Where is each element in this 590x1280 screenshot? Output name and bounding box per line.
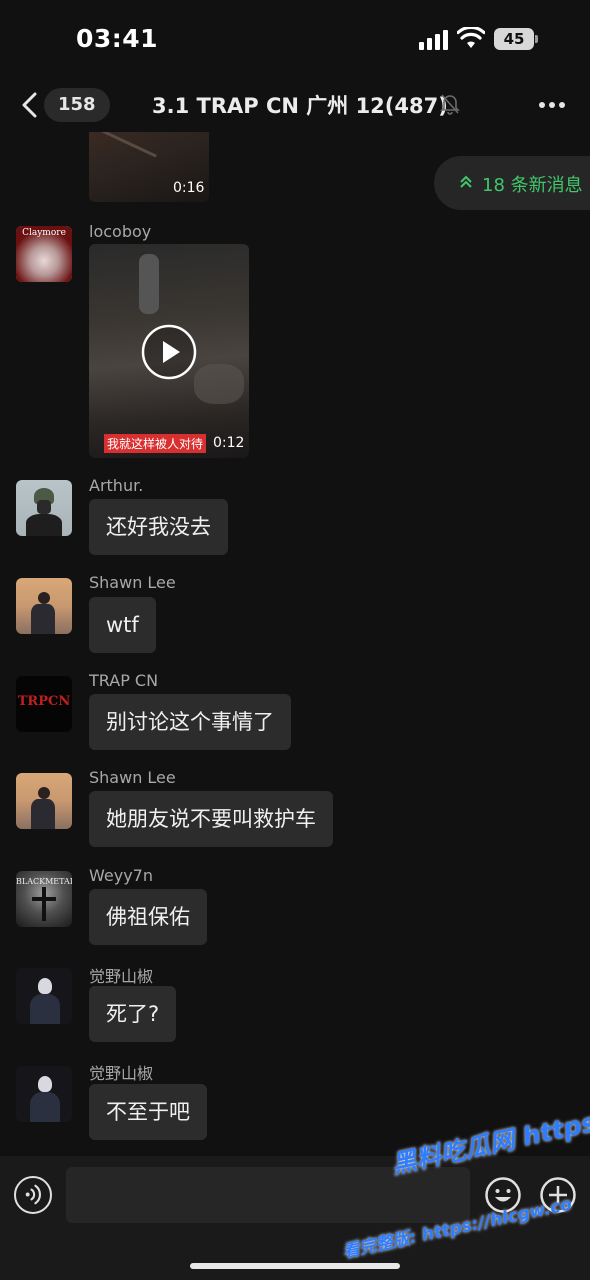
sender-name: Arthur. [89,476,144,495]
sender-name: Weyy7n [89,866,153,885]
mute-icon [440,94,460,115]
message-bubble[interactable]: 她朋友说不要叫救护车 [89,791,333,847]
sender-name: 觉野山椒 [89,967,154,986]
message-bubble[interactable]: 死了? [89,986,177,1042]
message-bubble[interactable]: 还好我没去 [89,499,228,555]
wifi-icon [457,27,485,48]
voice-icon [25,1184,42,1205]
avatar[interactable] [16,480,72,536]
video-message[interactable]: 我就这样被人对待 0:12 [89,244,249,458]
battery-level: 45 [494,28,534,50]
home-indicator [190,1263,400,1269]
signal-icon [419,30,449,50]
sender-name: TRAP CN [89,671,159,690]
video-duration: 0:16 [173,180,205,196]
avatar[interactable]: BLACKMETAL [16,871,72,927]
nav-bar: 158 3.1 TRAP CN 广州 12(487) [0,80,590,132]
play-icon[interactable] [141,324,197,380]
avatar[interactable] [16,578,72,634]
message-bubble[interactable]: 别讨论这个事情了 [89,694,291,750]
avatar[interactable] [16,968,72,1024]
video-caption: 我就这样被人对待 [104,434,207,453]
avatar[interactable] [16,1066,72,1122]
new-messages-label: 18 条新消息 [482,175,583,196]
more-options-button[interactable] [536,92,568,118]
status-time: 03:41 [76,24,159,53]
avatar-logo-text: TRPCN [17,694,71,709]
sender-name: 觉野山椒 [89,1064,154,1083]
avatar-logo-text: BLACKMETAL [16,877,72,886]
avatar[interactable]: TRPCN [16,676,72,732]
back-chevron-icon [22,92,37,118]
unread-count-badge: 158 [44,88,110,122]
video-message[interactable]: 0:16 [89,132,209,202]
back-button[interactable]: 158 [18,88,110,122]
chat-title[interactable]: 3.1 TRAP CN 广州 12(487) [152,90,448,120]
sender-name: locoboy [89,222,152,241]
avatar-logo-text: Claymore [22,228,66,238]
sender-name: Shawn Lee [89,573,176,592]
chat-message-list[interactable]: 0:16 Claymore locoboy 我就这样被人对待 0:12 Arth… [0,132,590,1156]
message-bubble[interactable]: wtf [89,597,156,653]
sender-name: Shawn Lee [89,768,176,787]
new-messages-button[interactable]: 18 条新消息 [434,156,590,210]
avatar[interactable]: Claymore [16,226,72,282]
avatar[interactable] [16,773,72,829]
voice-input-button[interactable] [14,1176,52,1214]
status-bar: 03:41 45 [0,0,590,80]
double-chevron-up-icon [460,175,472,188]
battery-icon: 45 [494,28,538,50]
message-bubble[interactable]: 佛祖保佑 [89,889,207,945]
message-bubble[interactable]: 不至于吧 [89,1084,207,1140]
video-duration: 0:12 [213,435,245,451]
